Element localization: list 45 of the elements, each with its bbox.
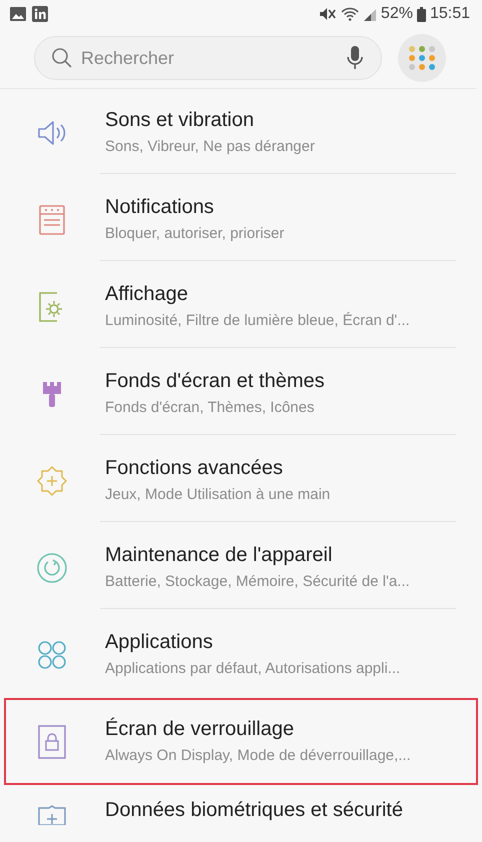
battery-icon bbox=[416, 6, 426, 22]
item-subtitle: Applications par défaut, Autorisations appli... bbox=[105, 660, 402, 677]
item-subtitle: Batterie, Stockage, Mémoire, Sécurité de l'a... bbox=[105, 573, 411, 590]
wifi-icon bbox=[340, 7, 359, 21]
settings-item[interactable]: Sons et vibration Sons, Vibreur, Ne pas déranger bbox=[4, 89, 478, 176]
settings-item[interactable]: Écran de verrouillage Always On Display, Mode de déverrouillage,... bbox=[4, 698, 478, 785]
item-title: Sons et vibration bbox=[105, 109, 255, 132]
mute-icon bbox=[318, 7, 337, 21]
item-subtitle: Always On Display, Mode de déverrouillage,... bbox=[105, 747, 412, 764]
clock-time: 15:51 bbox=[430, 5, 470, 23]
settings-item[interactable]: Applications Applications par défaut, Autorisations appli... bbox=[4, 611, 478, 698]
linkedin-icon bbox=[32, 6, 48, 22]
item-subtitle: Bloquer, autoriser, prioriser bbox=[105, 225, 286, 242]
item-subtitle: Luminosité, Filtre de lumière bleue, Écran d'... bbox=[105, 312, 411, 329]
signal-icon bbox=[362, 7, 377, 21]
speaker-icon bbox=[37, 120, 67, 146]
settings-item[interactable]: Fonctions avancées Jeux, Mode Utilisation à une main bbox=[4, 437, 478, 524]
paintbrush-icon bbox=[42, 380, 62, 408]
item-subtitle: Jeux, Mode Utilisation à une main bbox=[105, 486, 332, 503]
four-circles-icon bbox=[37, 640, 67, 668]
microphone-icon[interactable] bbox=[347, 46, 363, 70]
settings-item[interactable]: Notifications Bloquer, autoriser, prioriser bbox=[4, 176, 478, 263]
image-icon bbox=[10, 7, 26, 21]
search-bar[interactable]: Rechercher bbox=[34, 36, 382, 80]
item-title: Fonds d'écran et thèmes bbox=[105, 370, 326, 393]
padlock-icon bbox=[38, 724, 66, 758]
item-subtitle: Fonds d'écran, Thèmes, Icônes bbox=[105, 399, 316, 416]
search-field[interactable]: Rechercher bbox=[79, 46, 341, 70]
item-title: Écran de verrouillage bbox=[105, 718, 295, 741]
item-subtitle: Sons, Vibreur, Ne pas déranger bbox=[105, 138, 316, 155]
refresh-circle-icon bbox=[36, 552, 68, 584]
settings-item[interactable]: Données biométriques et sécurité bbox=[4, 785, 478, 842]
item-title: Maintenance de l'appareil bbox=[105, 544, 334, 567]
battery-level: 52% bbox=[380, 5, 413, 23]
gear-plus-icon bbox=[36, 464, 68, 496]
settings-item[interactable]: Maintenance de l'appareil Batterie, Stockage, Mémoire, Sécurité de l'a... bbox=[4, 524, 478, 611]
item-title: Applications bbox=[105, 631, 214, 654]
item-title: Affichage bbox=[105, 283, 190, 306]
settings-item[interactable]: Affichage Luminosité, Filtre de lumière bleue, Écran d'... bbox=[4, 263, 478, 350]
settings-item[interactable]: Fonds d'écran et thèmes Fonds d'écran, Thèmes, Icônes bbox=[4, 350, 478, 437]
search-icon bbox=[51, 47, 73, 69]
item-title: Notifications bbox=[105, 196, 215, 219]
item-title: Fonctions avancées bbox=[105, 457, 284, 480]
notification-list-icon bbox=[39, 204, 65, 234]
item-title: Données biométriques et sécurité bbox=[105, 799, 404, 822]
